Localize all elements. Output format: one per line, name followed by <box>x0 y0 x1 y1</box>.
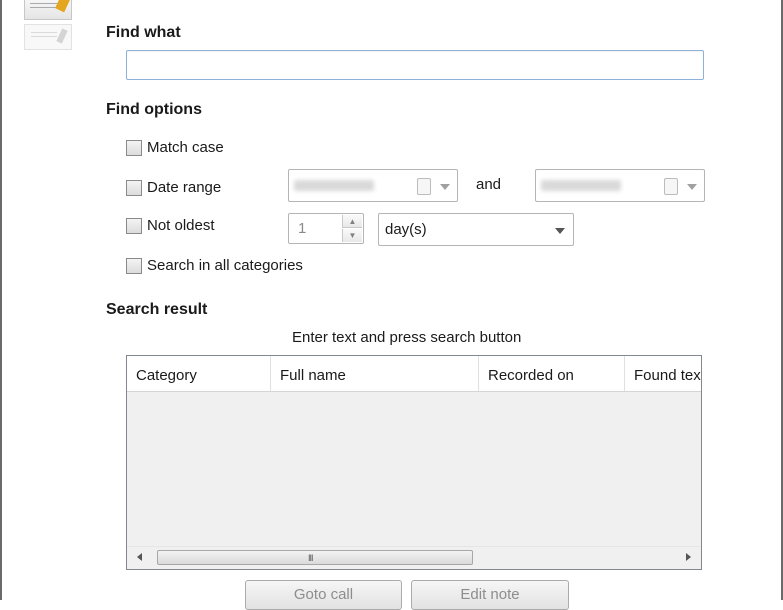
chevron-down-icon[interactable] <box>555 228 565 234</box>
find-what-heading: Find what <box>106 24 181 41</box>
not-oldest-value: 1 <box>298 220 307 237</box>
calendar-icon[interactable] <box>417 178 431 195</box>
not-oldest-checkbox-row[interactable]: Not oldest <box>126 217 215 234</box>
not-oldest-stepper[interactable]: 1 ▲ ▼ <box>288 213 364 244</box>
window-border-left <box>0 0 2 600</box>
column-header-category[interactable]: Category <box>127 356 271 391</box>
search-all-categories-label: Search in all categories <box>147 257 303 274</box>
column-header-recorded-on[interactable]: Recorded on <box>479 356 625 391</box>
notes-pencil-icon[interactable] <box>24 0 72 20</box>
chevron-down-icon[interactable] <box>687 184 697 190</box>
goto-call-button[interactable]: Goto call <box>245 580 402 610</box>
match-case-label: Match case <box>147 139 224 156</box>
find-options-heading: Find options <box>106 101 202 118</box>
date-range-checkbox-row[interactable]: Date range <box>126 179 221 196</box>
find-what-input[interactable] <box>126 50 704 80</box>
scrollbar-grip: III <box>308 553 313 563</box>
date-from-picker[interactable] <box>288 169 458 202</box>
table-header: Category Full name Recorded on Found tex <box>127 356 701 392</box>
scroll-left-icon[interactable] <box>137 553 142 561</box>
match-case-checkbox[interactable] <box>126 139 142 156</box>
not-oldest-label: Not oldest <box>147 217 215 234</box>
stepper-up-button[interactable]: ▲ <box>342 215 362 228</box>
edit-note-button[interactable]: Edit note <box>411 580 569 610</box>
search-all-checkbox-row[interactable]: Search in all categories <box>126 257 303 274</box>
chevron-down-icon[interactable] <box>440 184 450 190</box>
date-and-label: and <box>476 176 502 193</box>
date-range-checkbox[interactable] <box>126 179 142 196</box>
calendar-icon[interactable] <box>664 178 678 195</box>
scrollbar-thumb[interactable]: III <box>157 550 473 565</box>
stepper-down-button[interactable]: ▼ <box>342 229 362 242</box>
time-unit-value: day(s) <box>385 221 427 238</box>
horizontal-scrollbar[interactable]: III <box>127 546 701 569</box>
match-case-checkbox-row[interactable]: Match case <box>126 139 224 156</box>
search-all-categories-checkbox[interactable] <box>126 257 142 274</box>
notes-pencil-disabled-icon[interactable] <box>24 24 72 50</box>
search-result-heading: Search result <box>106 301 208 318</box>
column-header-found-text[interactable]: Found tex <box>625 356 701 391</box>
search-hint-text: Enter text and press search button <box>292 329 522 346</box>
date-to-picker[interactable] <box>535 169 705 202</box>
date-range-label: Date range <box>147 179 222 196</box>
column-header-full-name[interactable]: Full name <box>271 356 479 391</box>
time-unit-select[interactable]: day(s) <box>378 213 574 246</box>
not-oldest-checkbox[interactable] <box>126 217 142 234</box>
scroll-right-icon[interactable] <box>686 553 691 561</box>
search-result-table[interactable]: Category Full name Recorded on Found tex… <box>126 355 702 570</box>
